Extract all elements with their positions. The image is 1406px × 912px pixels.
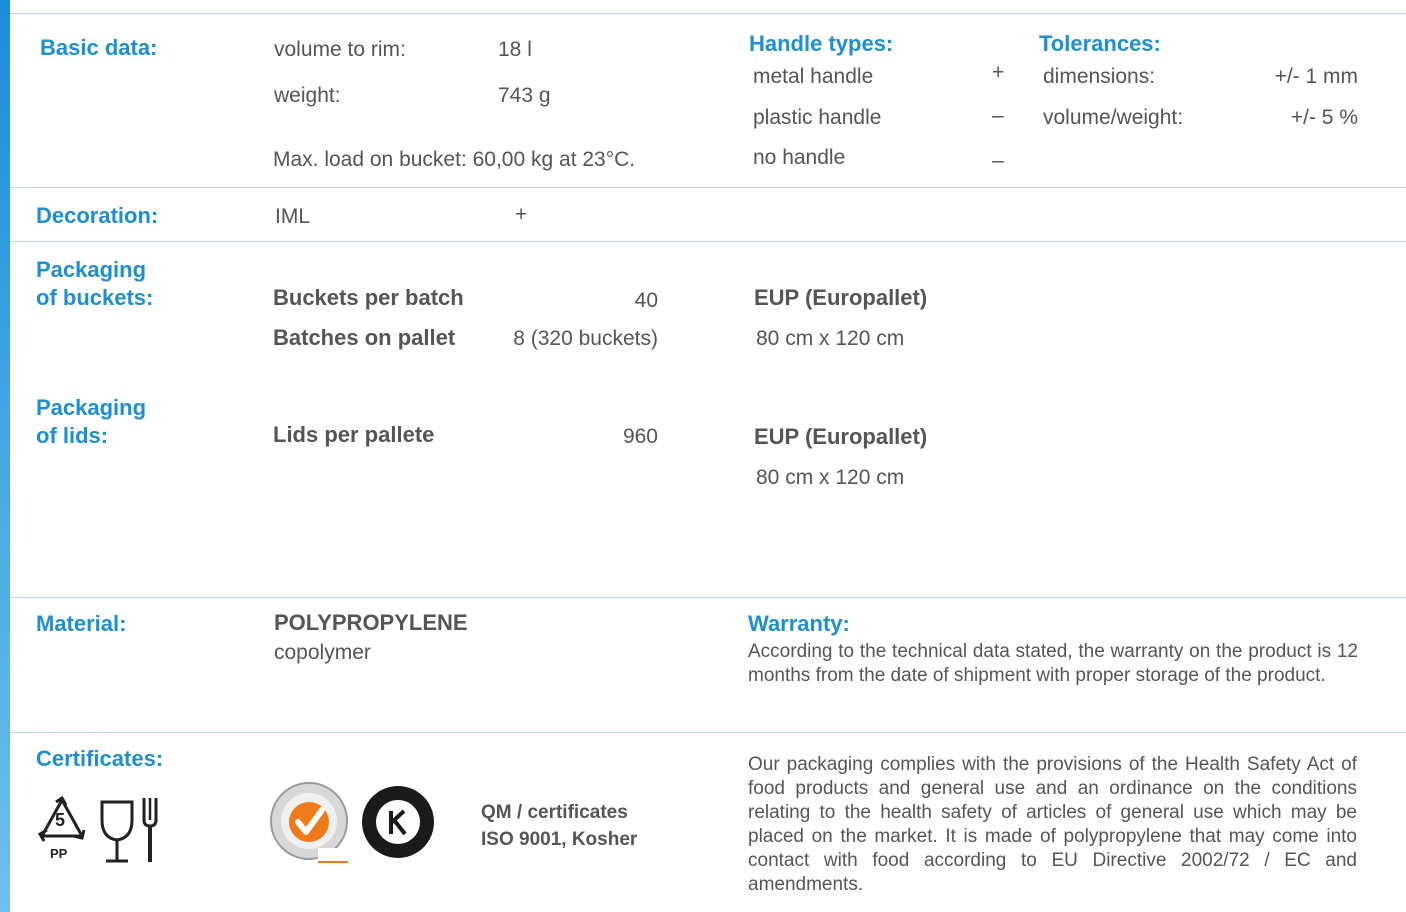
buckets-pallet-size: 80 cm x 120 cm bbox=[756, 327, 905, 350]
batches-on-pallet-value: 8 (320 buckets) bbox=[513, 327, 658, 350]
kosher-certified-seal-icon bbox=[360, 784, 436, 860]
recycle-number: 5 bbox=[55, 810, 66, 830]
certificates-label: Certificates: bbox=[36, 746, 164, 771]
weight-value: 743 g bbox=[498, 84, 551, 107]
decoration-label: Decoration: bbox=[36, 203, 159, 228]
divider bbox=[10, 187, 1406, 188]
decoration-value: IML bbox=[275, 205, 311, 228]
packaging-buckets-label-line2: of buckets: bbox=[36, 285, 154, 310]
volume-value: 18 l bbox=[498, 38, 532, 61]
qm-certificates-line1: QM / certificates bbox=[481, 802, 628, 823]
handle-mark: + bbox=[992, 61, 1005, 84]
buckets-per-batch-value: 40 bbox=[634, 289, 658, 312]
lids-pallet-size: 80 cm x 120 cm bbox=[756, 466, 905, 489]
volume-label: volume to rim: bbox=[274, 38, 406, 61]
batches-on-pallet-label: Batches on pallet bbox=[273, 325, 456, 350]
iso-9001-sgs-seal-icon bbox=[268, 780, 350, 866]
handle-name: plastic handle bbox=[753, 106, 882, 129]
handle-name: metal handle bbox=[753, 65, 874, 88]
left-accent-bar bbox=[0, 0, 10, 912]
tolerances-label: Tolerances: bbox=[1039, 31, 1161, 56]
packaging-lids-label-line2: of lids: bbox=[36, 423, 109, 448]
warranty-text: According to the technical data stated, … bbox=[748, 641, 1358, 686]
lids-pallet-title: EUP (Europallet) bbox=[754, 424, 928, 449]
buckets-per-batch-label: Buckets per batch bbox=[273, 285, 464, 310]
warranty-label: Warranty: bbox=[748, 611, 850, 636]
recycle-code: PP bbox=[50, 846, 68, 861]
packaging-buckets-label-line1: Packaging bbox=[36, 257, 147, 282]
tolerance-value: +/- 5 % bbox=[1290, 106, 1358, 129]
buckets-pallet-title: EUP (Europallet) bbox=[754, 285, 928, 310]
divider bbox=[10, 732, 1406, 733]
packaging-lids-label-line1: Packaging bbox=[36, 395, 147, 420]
lids-per-pallet-label: Lids per pallete bbox=[273, 422, 435, 447]
handle-mark: – bbox=[992, 149, 1004, 172]
divider bbox=[10, 13, 1406, 14]
handle-mark: – bbox=[992, 104, 1004, 127]
divider bbox=[10, 597, 1406, 598]
tolerance-name: dimensions: bbox=[1043, 65, 1156, 88]
divider bbox=[10, 241, 1406, 242]
handle-types-label: Handle types: bbox=[749, 31, 894, 56]
max-load-text: Max. load on bucket: 60,00 kg at 23°C. bbox=[273, 148, 636, 171]
material-name: POLYPROPYLENE bbox=[274, 610, 468, 635]
recycle-pp-5-icon: 5 PP bbox=[34, 794, 90, 868]
handle-name: no handle bbox=[753, 146, 846, 169]
tolerance-name: volume/weight: bbox=[1043, 106, 1184, 129]
decoration-mark: + bbox=[515, 203, 528, 226]
material-sub: copolymer bbox=[274, 641, 371, 664]
material-label: Material: bbox=[36, 611, 127, 636]
qm-certificates-line2: ISO 9001, Kosher bbox=[481, 829, 638, 850]
compliance-text: Our packaging complies with the provisio… bbox=[748, 754, 1357, 895]
weight-label: weight: bbox=[274, 84, 341, 107]
food-safe-glass-fork-icon bbox=[96, 794, 166, 866]
tolerance-value: +/- 1 mm bbox=[1274, 65, 1358, 88]
basic-data-label: Basic data: bbox=[40, 35, 158, 60]
lids-per-pallet-value: 960 bbox=[622, 425, 658, 448]
